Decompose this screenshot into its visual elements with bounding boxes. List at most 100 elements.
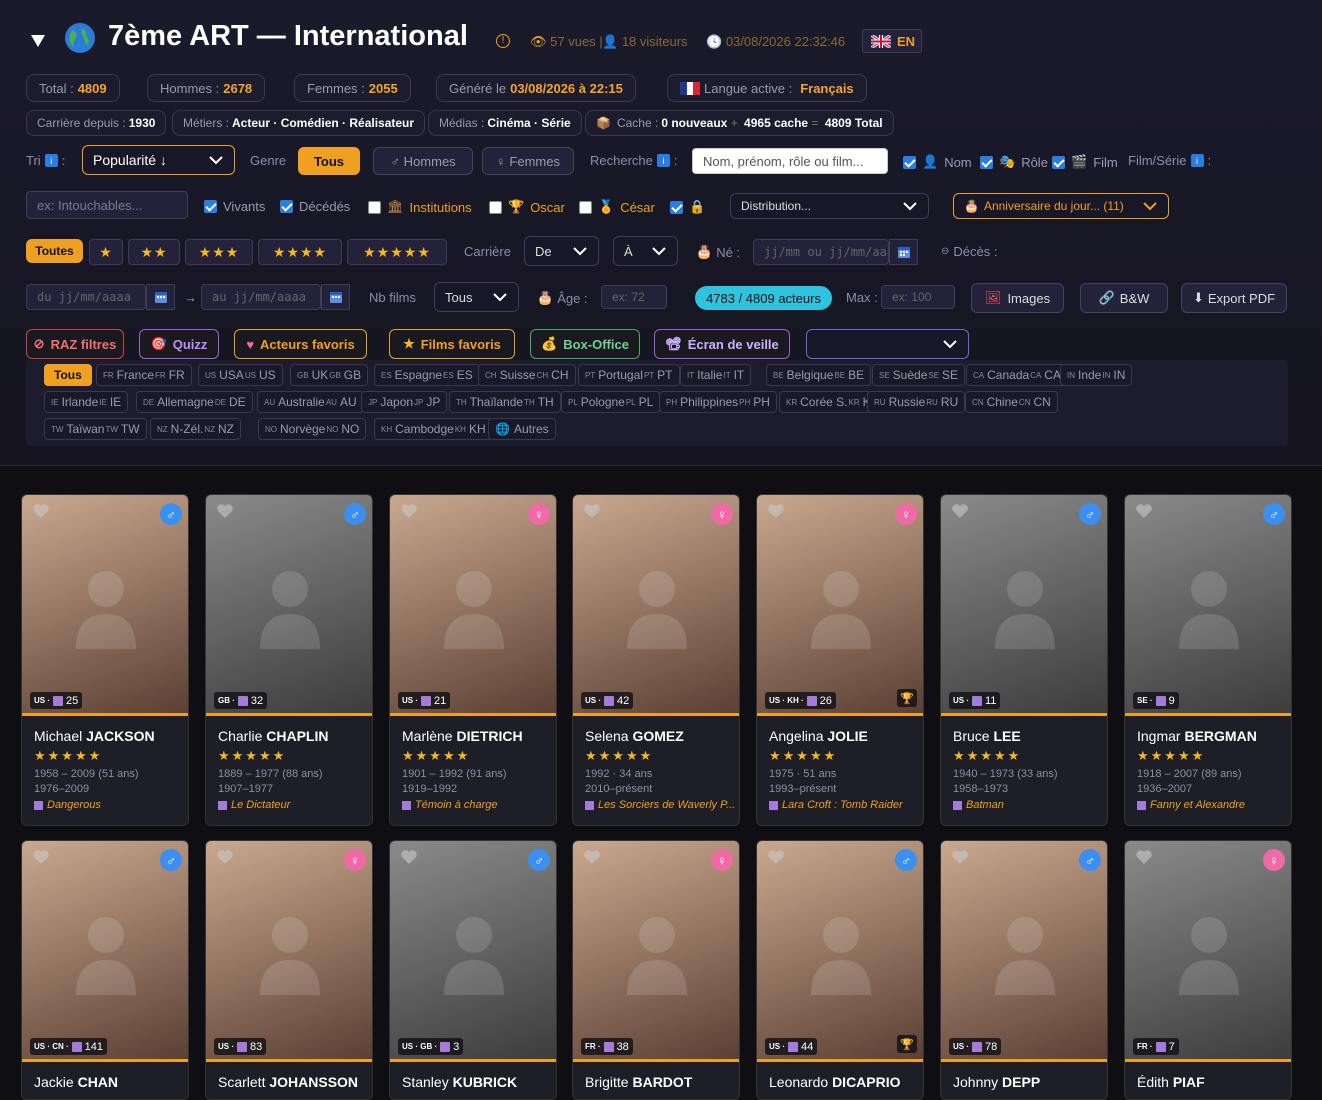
country-chip-ie[interactable]: IE Irlande IE IE: [44, 391, 129, 413]
info-icon[interactable]: !: [496, 34, 510, 48]
favorite-heart-icon[interactable]: [400, 503, 418, 519]
gender-women-button[interactable]: ♀ Femmes: [482, 147, 574, 175]
date-to-input[interactable]: au jj/mm/aaaa: [201, 284, 321, 310]
actor-photo[interactable]: ♂ US · CN · 141: [22, 841, 188, 1061]
country-chip-fr[interactable]: FR France FR FR: [96, 364, 192, 386]
country-chip-pt[interactable]: PT Portugal PT PT: [578, 364, 680, 386]
actor-card[interactable]: ♀ FR · 7 Édith PIAF: [1124, 840, 1292, 1100]
country-chip-us[interactable]: US USA US US: [198, 364, 283, 386]
actor-card[interactable]: ♀ US · 42 Selena GOMEZ ★★★★★ 1992 · 34 a…: [572, 494, 740, 826]
actor-photo[interactable]: ♂ US · GB · 3: [390, 841, 556, 1061]
country-chip-kh[interactable]: KH Cambodge KH KH: [374, 418, 493, 440]
actor-card[interactable]: ♀ FR · 38 Brigitte BARDOT: [572, 840, 740, 1100]
stars-3-button[interactable]: ★★★: [185, 239, 253, 265]
country-chip-es[interactable]: ES Espagne ES ES: [374, 364, 480, 386]
favorite-heart-icon[interactable]: [32, 849, 50, 865]
country-chip-ph[interactable]: PH Philippines PH PH: [659, 391, 777, 413]
favorite-heart-icon[interactable]: [216, 503, 234, 519]
lock-checkbox[interactable]: 🔒: [670, 199, 705, 215]
country-chip-pl[interactable]: PL Pologne PL PL: [561, 391, 661, 413]
career-to-select[interactable]: À: [613, 236, 678, 266]
country-chip-nz[interactable]: NZ N-Zél. NZ NZ: [150, 418, 242, 440]
oscar-checkbox[interactable]: 🏆 Oscar: [489, 199, 565, 215]
max-input[interactable]: ex: 100: [881, 285, 955, 309]
country-chip-au[interactable]: AU Australie AU AU: [257, 391, 364, 413]
reset-filters-button[interactable]: ⊘ RAZ filtres: [26, 329, 124, 359]
alive-checkbox[interactable]: Vivants: [204, 199, 265, 214]
sort-select[interactable]: Popularité ↓: [82, 145, 235, 175]
calendar-icon[interactable]: [889, 239, 918, 265]
search-input[interactable]: Nom, prénom, rôle ou film...: [692, 148, 888, 174]
actor-card[interactable]: ♂ SE · 9 Ingmar BERGMAN ★★★★★ 1918 – 200…: [1124, 494, 1292, 826]
actor-photo[interactable]: ♀ US · 21: [390, 495, 556, 715]
actor-known-film[interactable]: Lara Croft : Tomb Raider: [769, 799, 919, 811]
country-chip-be[interactable]: BE Belgique BE BE: [766, 364, 872, 386]
country-chip-it[interactable]: IT Italie IT IT: [680, 364, 752, 386]
film-input[interactable]: ex: Intouchables...: [26, 191, 188, 219]
quiz-button[interactable]: 🎯 Quizz: [139, 329, 219, 359]
extra-select[interactable]: [806, 329, 969, 359]
box-office-button[interactable]: 💰 Box-Office: [530, 329, 640, 359]
actor-photo[interactable]: ♀ US · 83: [206, 841, 372, 1061]
country-chip-gb[interactable]: GB UK GB GB: [290, 364, 369, 386]
actor-photo[interactable]: ♀ US · 42: [573, 495, 739, 715]
stars-all-button[interactable]: Toutes: [26, 239, 83, 263]
born-date-input[interactable]: jj/mm ou jj/mm/aaaa: [753, 239, 889, 265]
actor-card[interactable]: ♀ US · 83 Scarlett JOHANSSON: [205, 840, 373, 1100]
actor-known-film[interactable]: Témoin à charge: [402, 799, 552, 811]
collapse-toggle-icon[interactable]: [28, 30, 48, 50]
distribution-select[interactable]: Distribution...: [730, 193, 929, 219]
stars-5-button[interactable]: ★★★★★: [347, 239, 447, 265]
career-from-select[interactable]: De: [524, 236, 599, 266]
favorite-heart-icon[interactable]: [951, 849, 969, 865]
favorite-heart-icon[interactable]: [583, 849, 601, 865]
cesar-checkbox[interactable]: 🏅 César: [579, 199, 655, 215]
favorite-heart-icon[interactable]: [583, 503, 601, 519]
favorite-heart-icon[interactable]: [1135, 503, 1153, 519]
opt-role-checkbox[interactable]: 🎭 Rôle: [980, 154, 1048, 170]
actor-known-film[interactable]: Les Sorciers de Waverly P...: [585, 799, 735, 811]
nbfilms-select[interactable]: Tous: [434, 282, 519, 312]
actor-card[interactable]: ♂ US · GB · 3 Stanley KUBRICK: [389, 840, 557, 1100]
screensaver-button[interactable]: 📽 Écran de veille: [654, 329, 790, 359]
actor-card[interactable]: ♂ US · 44 🏆 Leonardo DICAPRIO: [756, 840, 924, 1100]
country-chip-all[interactable]: Tous: [44, 364, 92, 386]
gender-men-button[interactable]: ♂ Hommes: [373, 147, 473, 175]
actor-photo[interactable]: ♀ US · KH · 26 🏆: [757, 495, 923, 715]
favorite-heart-icon[interactable]: [767, 849, 785, 865]
stars-2-button[interactable]: ★★: [128, 239, 180, 265]
actor-known-film[interactable]: Fanny et Alexandre: [1137, 799, 1287, 811]
actor-card[interactable]: ♂ US · 25 Michael JACKSON ★★★★★ 1958 – 2…: [21, 494, 189, 826]
info-icon[interactable]: i: [656, 154, 670, 167]
age-min-input[interactable]: ex: 72: [601, 285, 667, 309]
opt-film-checkbox[interactable]: 🎬 Film: [1052, 154, 1118, 170]
country-chip-de[interactable]: DE Allemagne DE DE: [136, 391, 253, 413]
calendar-icon[interactable]: [146, 284, 175, 310]
actor-card[interactable]: ♀ US · KH · 26 🏆 Angelina JOLIE ★★★★★ 19…: [756, 494, 924, 826]
actor-card[interactable]: ♂ US · 11 Bruce LEE ★★★★★ 1940 – 1973 (3…: [940, 494, 1108, 826]
images-button[interactable]: 🖼 Images: [971, 283, 1064, 313]
favorite-heart-icon[interactable]: [400, 849, 418, 865]
actor-photo[interactable]: ♂ US · 78: [941, 841, 1107, 1061]
actor-photo[interactable]: ♀ FR · 7: [1125, 841, 1291, 1061]
calendar-icon[interactable]: [321, 284, 350, 310]
country-chip-cn[interactable]: CN Chine CN CN: [965, 391, 1058, 413]
info-icon[interactable]: i: [44, 154, 58, 167]
actor-photo[interactable]: ♂ SE · 9: [1125, 495, 1291, 715]
actor-photo[interactable]: ♂ GB · 32: [206, 495, 372, 715]
institutions-checkbox[interactable]: 🏛 Institutions: [368, 199, 472, 215]
favorite-heart-icon[interactable]: [767, 503, 785, 519]
country-chip-other[interactable]: 🌐 Autres: [488, 418, 556, 440]
actor-photo[interactable]: ♂ US · 25: [22, 495, 188, 715]
country-chip-jp[interactable]: JP Japon JP JP: [361, 391, 448, 413]
country-chip-th[interactable]: TH Thaïlande TH TH: [449, 391, 561, 413]
stars-1-button[interactable]: ★: [89, 239, 123, 265]
actor-card[interactable]: ♂ US · CN · 141 Jackie CHAN: [21, 840, 189, 1100]
actor-card[interactable]: ♀ US · 21 Marlène DIETRICH ★★★★★ 1901 – …: [389, 494, 557, 826]
favorite-actors-button[interactable]: ♥ Acteurs favoris: [234, 329, 367, 359]
actor-card[interactable]: ♂ US · 78 Johnny DEPP: [940, 840, 1108, 1100]
actor-card[interactable]: ♂ GB · 32 Charlie CHAPLIN ★★★★★ 1889 – 1…: [205, 494, 373, 826]
stars-4-button[interactable]: ★★★★: [258, 239, 342, 265]
birthday-select[interactable]: 🎂 Anniversaire du jour... (11): [953, 193, 1169, 219]
actor-photo[interactable]: ♂ US · 44 🏆: [757, 841, 923, 1061]
